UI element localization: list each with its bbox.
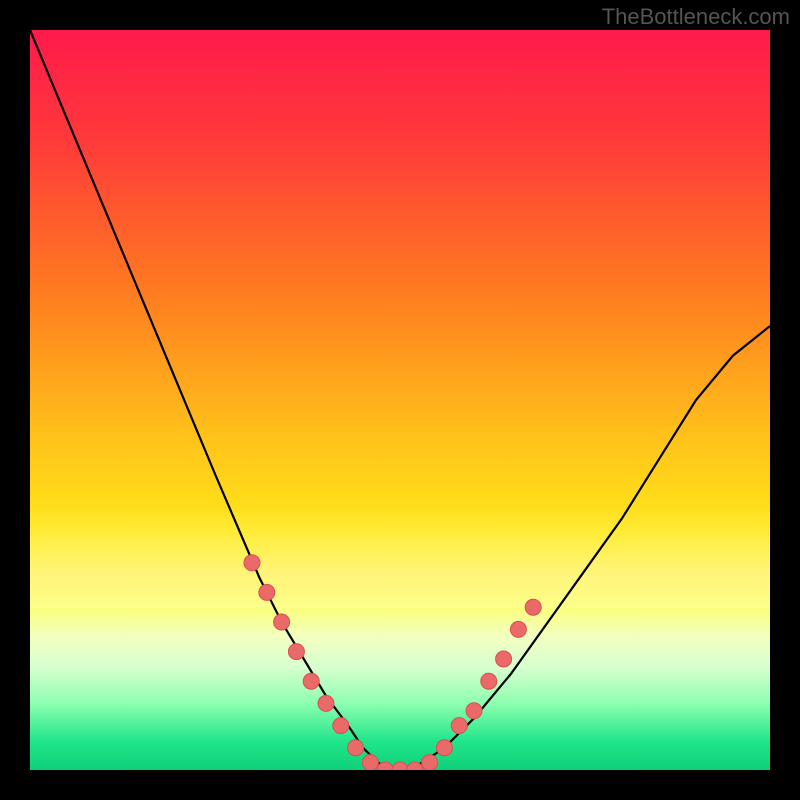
highlight-dot	[333, 718, 349, 734]
highlight-dot	[288, 644, 304, 660]
highlight-dot	[274, 614, 290, 630]
highlight-dot	[348, 740, 364, 756]
curve-svg	[30, 30, 770, 770]
highlight-dot	[451, 718, 467, 734]
bottleneck-curve	[30, 30, 770, 770]
highlight-dots-group	[244, 555, 541, 770]
highlight-dot	[436, 740, 452, 756]
highlight-dot	[496, 651, 512, 667]
chart-frame: TheBottleneck.com	[0, 0, 800, 800]
highlight-dot	[244, 555, 260, 571]
highlight-dot	[481, 673, 497, 689]
highlight-dot	[525, 599, 541, 615]
gradient-fade-band	[30, 504, 770, 608]
highlight-dot	[318, 695, 334, 711]
highlight-dot	[362, 755, 378, 770]
highlight-dot	[303, 673, 319, 689]
highlight-dot	[510, 621, 526, 637]
highlight-dot	[259, 584, 275, 600]
plot-area	[30, 30, 770, 770]
watermark-label: TheBottleneck.com	[602, 4, 790, 30]
highlight-dot	[422, 755, 438, 770]
highlight-dot	[392, 762, 408, 770]
highlight-dot	[377, 762, 393, 770]
highlight-dot	[407, 762, 423, 770]
highlight-dot	[466, 703, 482, 719]
